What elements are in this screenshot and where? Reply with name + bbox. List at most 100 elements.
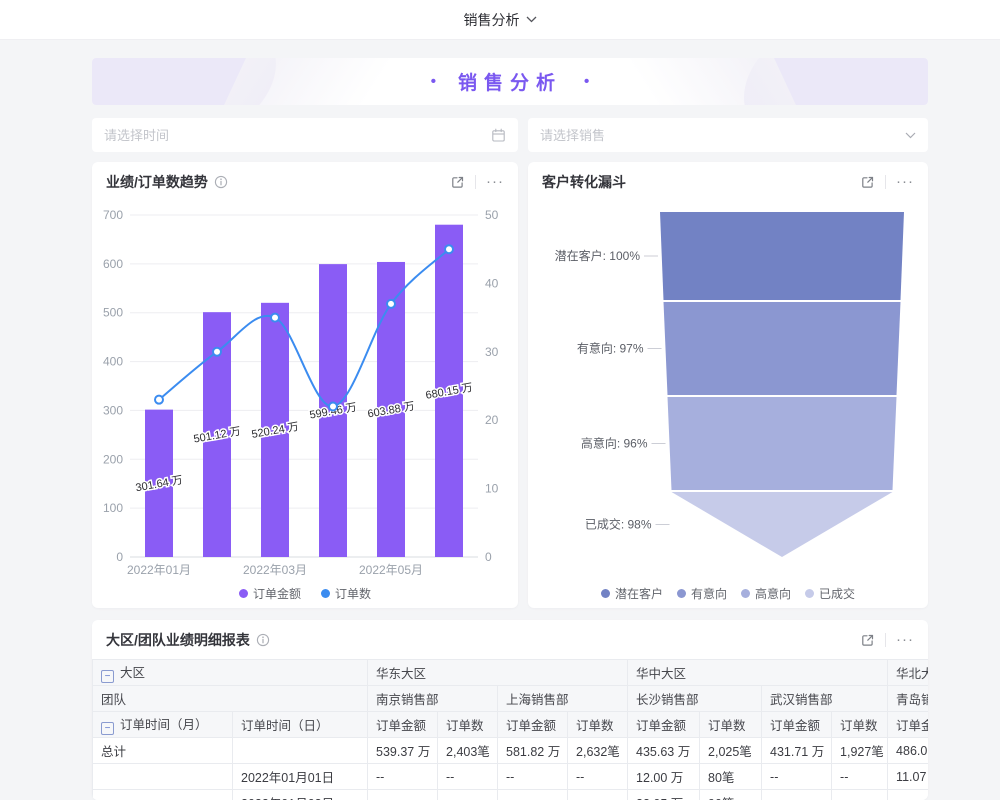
value-cell: 2,632笔 <box>568 738 628 764</box>
measure-header-text: 订单数 <box>840 719 878 733</box>
funnel-stage-3[interactable] <box>668 397 897 490</box>
line-point-4[interactable] <box>329 403 337 411</box>
legend-label: 潜在客户 <box>615 585 663 602</box>
legend-item[interactable]: 潜在客户 <box>601 585 663 602</box>
legend-dot-icon <box>321 589 330 598</box>
x-axis-label: 2022年01月 <box>127 563 191 577</box>
trend-chart: 0100200300400500600700010203040502022年01… <box>92 202 518 580</box>
funnel-stage-4[interactable] <box>672 492 893 557</box>
card-header: 客户转化漏斗 ··· <box>528 162 928 202</box>
trend-legend: 订单金额 订单数 <box>92 584 518 602</box>
team-header-text: 武汉销售部 <box>770 693 833 707</box>
funnel-stage-1[interactable] <box>660 212 904 300</box>
value-cell-text: 2,632笔 <box>576 745 620 759</box>
more-menu-icon[interactable]: ··· <box>896 635 914 645</box>
legend-dot-icon <box>677 589 686 598</box>
order-count-line[interactable] <box>159 249 449 406</box>
legend-item[interactable]: 订单金额 <box>239 585 301 602</box>
line-point-5[interactable] <box>387 300 395 308</box>
title-dot-left: • <box>431 73 436 90</box>
right-axis-tick-label: 40 <box>485 276 499 290</box>
more-menu-icon[interactable]: ··· <box>896 177 914 187</box>
month-cell <box>93 790 233 800</box>
table-row: 团队南京销售部上海销售部长沙销售部武汉销售部青岛销 <box>93 686 929 712</box>
team-header: 武汉销售部 <box>762 686 888 712</box>
value-cell: 90笔 <box>700 790 762 800</box>
day-corner-text: 订单时间（日） <box>241 719 329 733</box>
calendar-icon[interactable] <box>491 128 506 143</box>
card-header: 业绩/订单数趋势 ··· <box>92 162 518 202</box>
region-corner-text: 大区 <box>120 666 145 680</box>
left-axis-tick-label: 100 <box>103 501 123 515</box>
sales-filter-input[interactable] <box>540 128 905 143</box>
dashboard-switcher[interactable]: 销售分析 <box>464 10 537 30</box>
legend-item[interactable]: 有意向 <box>677 585 727 602</box>
team-header: 青岛销 <box>888 686 928 712</box>
export-icon[interactable] <box>450 175 465 190</box>
info-icon[interactable] <box>214 175 228 189</box>
legend-label: 订单金额 <box>253 585 301 602</box>
team-header-text: 南京销售部 <box>376 693 439 707</box>
chevron-down-icon[interactable] <box>905 132 916 139</box>
report-table: −大区华东大区华中大区华北大团队南京销售部上海销售部长沙销售部武汉销售部青岛销−… <box>92 659 928 800</box>
line-point-3[interactable] <box>271 314 279 322</box>
legend-item[interactable]: 订单数 <box>321 585 371 602</box>
dashboard-title: • 销售分析 • <box>92 58 928 105</box>
card-actions: ··· <box>860 175 914 190</box>
team-corner-text: 团队 <box>101 693 126 707</box>
value-cell-text: -- <box>446 796 454 800</box>
divider <box>885 633 886 647</box>
chevron-down-icon <box>526 16 537 23</box>
value-cell-text: -- <box>506 770 514 784</box>
value-cell: 539.37 万 <box>368 738 438 764</box>
legend-dot-icon <box>741 589 750 598</box>
info-icon[interactable] <box>256 633 270 647</box>
team-header-text: 青岛销 <box>896 693 928 707</box>
measure-header: 订单金额 <box>762 712 832 738</box>
value-cell: 22.05 万 <box>628 790 700 800</box>
measure-header: 订单金额 <box>368 712 438 738</box>
measure-header: 订单数 <box>832 712 888 738</box>
value-cell: 486.0 <box>888 738 928 764</box>
funnel-stage-2[interactable] <box>664 302 901 395</box>
right-axis-tick-label: 20 <box>485 413 499 427</box>
value-cell-text: 2,025笔 <box>708 745 752 759</box>
value-cell: -- <box>762 764 832 790</box>
value-cell-text: -- <box>840 796 848 800</box>
value-cell-text: -- <box>770 770 778 784</box>
value-cell-text: -- <box>376 770 384 784</box>
measure-header: 订单金额 <box>628 712 700 738</box>
legend-item[interactable]: 已成交 <box>805 585 855 602</box>
measure-header: 订单数 <box>700 712 762 738</box>
sales-filter[interactable] <box>528 118 928 152</box>
funnel-card: 客户转化漏斗 ··· 潜在客户: 100%有意向: 97%高意向: 96%已成交… <box>528 162 928 608</box>
legend-label: 订单数 <box>335 585 371 602</box>
time-filter-input[interactable] <box>104 128 491 143</box>
measure-header-text: 订单数 <box>708 719 746 733</box>
time-filter[interactable] <box>92 118 518 152</box>
measure-header: 订单数 <box>438 712 498 738</box>
value-cell: 2,403笔 <box>438 738 498 764</box>
value-cell: -- <box>832 764 888 790</box>
right-axis-tick-label: 0 <box>485 550 492 564</box>
export-icon[interactable] <box>860 633 875 648</box>
team-header-text: 长沙销售部 <box>636 693 699 707</box>
value-cell-text: 11.07 <box>896 770 926 784</box>
dashboard-title-text: 销售分析 <box>458 68 562 95</box>
day-cell: 2022年01月02日 <box>233 790 368 800</box>
measure-header-text: 订单金 <box>896 719 928 733</box>
line-point-2[interactable] <box>213 348 221 356</box>
more-menu-icon[interactable]: ··· <box>486 177 504 187</box>
value-cell: 2,025笔 <box>700 738 762 764</box>
collapse-icon[interactable]: − <box>101 722 114 735</box>
trend-card-title-text: 业绩/订单数趋势 <box>106 172 208 192</box>
value-cell: -- <box>368 764 438 790</box>
legend-item[interactable]: 高意向 <box>741 585 791 602</box>
banner: • 销售分析 • <box>92 58 928 105</box>
line-point-1[interactable] <box>155 396 163 404</box>
legend-dot-icon <box>239 589 248 598</box>
line-point-6[interactable] <box>445 245 453 253</box>
topbar-title: 销售分析 <box>464 10 520 30</box>
collapse-icon[interactable]: − <box>101 670 114 683</box>
export-icon[interactable] <box>860 175 875 190</box>
